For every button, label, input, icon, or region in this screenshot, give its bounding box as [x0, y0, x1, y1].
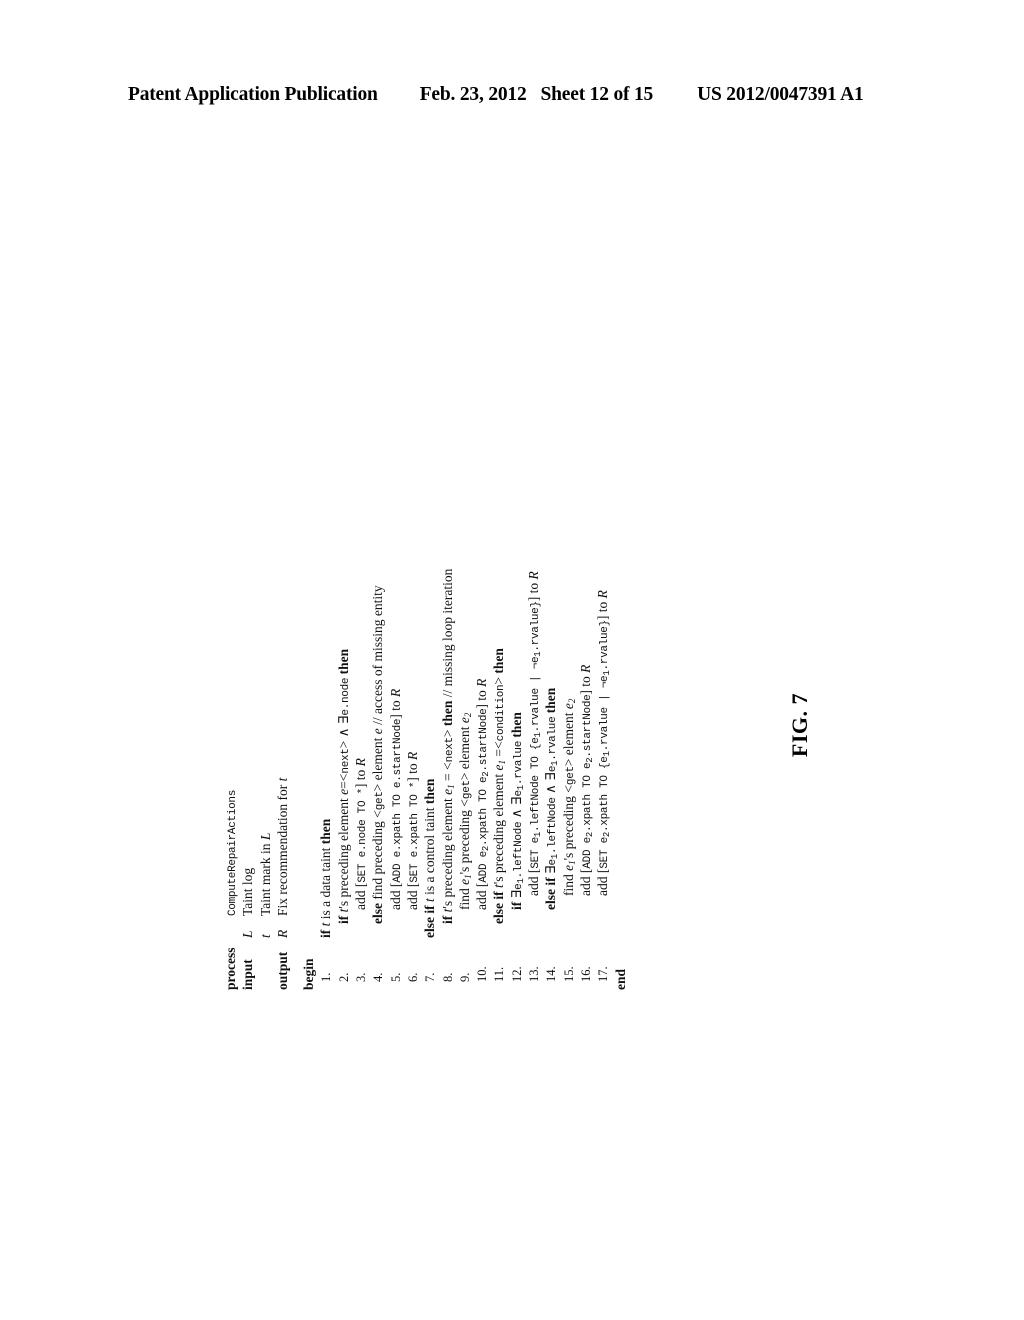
line-number: 1. — [319, 972, 334, 982]
algorithm-line: 11. else if t's preceding element e1 =<co… — [490, 330, 507, 990]
algorithm-listing: process ComputeRepairActions input L Taint l… — [222, 330, 629, 990]
line-number: 3. — [354, 972, 369, 982]
algorithm-line: 9. find e1's preceding <get> element e2 — [456, 330, 473, 990]
algorithm-rotor: process ComputeRepairActions input L Taint l… — [222, 330, 802, 990]
begin-label: begin — [301, 958, 317, 990]
preamble-symbol: L — [240, 930, 256, 938]
line-number: 7. — [423, 972, 438, 982]
figure-label: FIG. 7 — [787, 692, 812, 758]
algorithm-line: 13. add [SET e1.leftNode TO {e1.rvalue | … — [525, 330, 543, 990]
algorithm-line: 16. add [ADD e2.xpath TO e2.startNode] to… — [577, 330, 595, 990]
line-number: 13. — [527, 966, 542, 982]
patent-figure-page: Patent Application Publication Feb. 23, … — [0, 0, 1024, 1320]
algorithm-preamble: process ComputeRepairActions input L Taint l… — [222, 330, 291, 990]
line-number: 6. — [405, 972, 420, 982]
algorithm-line: 3. add [SET e.node TO *] to R — [352, 330, 369, 990]
line-number: 14. — [544, 966, 559, 982]
line-code: add [SET e2.xpath TO {e1.rvalue | ¬e1.rv… — [595, 590, 613, 896]
algorithm-preamble-row: input L Taint log — [239, 330, 256, 990]
algorithm-line: 15. find e1's preceding <get> element e2 — [560, 330, 577, 990]
algorithm-begin-row: begin — [300, 330, 317, 990]
figure-area: process ComputeRepairActions input L Taint l… — [0, 0, 1024, 1320]
algorithm-line: 1. if t is a data taint then — [317, 330, 334, 990]
line-number: 10. — [475, 966, 490, 982]
line-number: 16. — [578, 966, 593, 982]
preamble-keyword: input — [240, 959, 256, 990]
algorithm-line: 2. if t's preceding element e=<next> ∧ ∃e… — [335, 330, 352, 990]
algorithm-line: 5. add [ADD e.xpath TO e.startNode] to R — [387, 330, 404, 990]
preamble-symbol: t — [257, 934, 273, 938]
line-number: 15. — [561, 966, 576, 982]
algorithm-line: 14. else if ∃e1.leftNode ∧ ∃e1.rvalue the… — [542, 330, 560, 990]
line-number: 4. — [371, 972, 386, 982]
algorithm-body: 1. if t is a data taint then 2. if t's prec… — [317, 330, 612, 990]
algorithm-preamble-row: t Taint mark in L — [257, 330, 274, 990]
preamble-keyword: process — [223, 947, 238, 991]
line-number: 11. — [492, 966, 507, 982]
end-label: end — [612, 968, 628, 990]
preamble-symbol: R — [274, 929, 290, 938]
preamble-description: Taint mark in L — [257, 832, 273, 916]
line-number: 12. — [509, 966, 524, 982]
preamble-description: Taint log — [240, 867, 256, 916]
line-code: if t is a data taint then — [318, 818, 334, 938]
line-number: 2. — [336, 972, 351, 982]
algorithm-line: 8. if t's preceding element e1 = <next> t… — [439, 330, 456, 990]
algorithm-line: 4. else find preceding <get> element e //… — [369, 330, 386, 990]
line-code: else if t is a control taint then — [422, 778, 438, 938]
algorithm-line: 17. add [SET e2.xpath TO {e1.rvalue | ¬e1… — [594, 330, 612, 990]
algorithm-line: 7. else if t is a control taint then — [421, 330, 438, 990]
line-number: 9. — [457, 972, 472, 982]
algorithm-line: 6. add [SET e.xpath TO *] to R — [404, 330, 421, 990]
preamble-keyword: output — [274, 951, 290, 990]
algorithm-line: 12. if ∃e1.leftNode ∧ ∃e1.rvalue then — [508, 330, 526, 990]
algorithm-preamble-row: process ComputeRepairActions — [222, 330, 239, 990]
algorithm-preamble-row: output R Fix recommendation for t — [274, 330, 291, 990]
line-number: 17. — [596, 966, 611, 982]
line-number: 5. — [388, 972, 403, 982]
line-number: 8. — [440, 972, 455, 982]
preamble-description: Fix recommendation for t — [274, 777, 290, 916]
algorithm-line: 10. add [ADD e2.xpath TO e2.startNode] to… — [473, 330, 491, 990]
